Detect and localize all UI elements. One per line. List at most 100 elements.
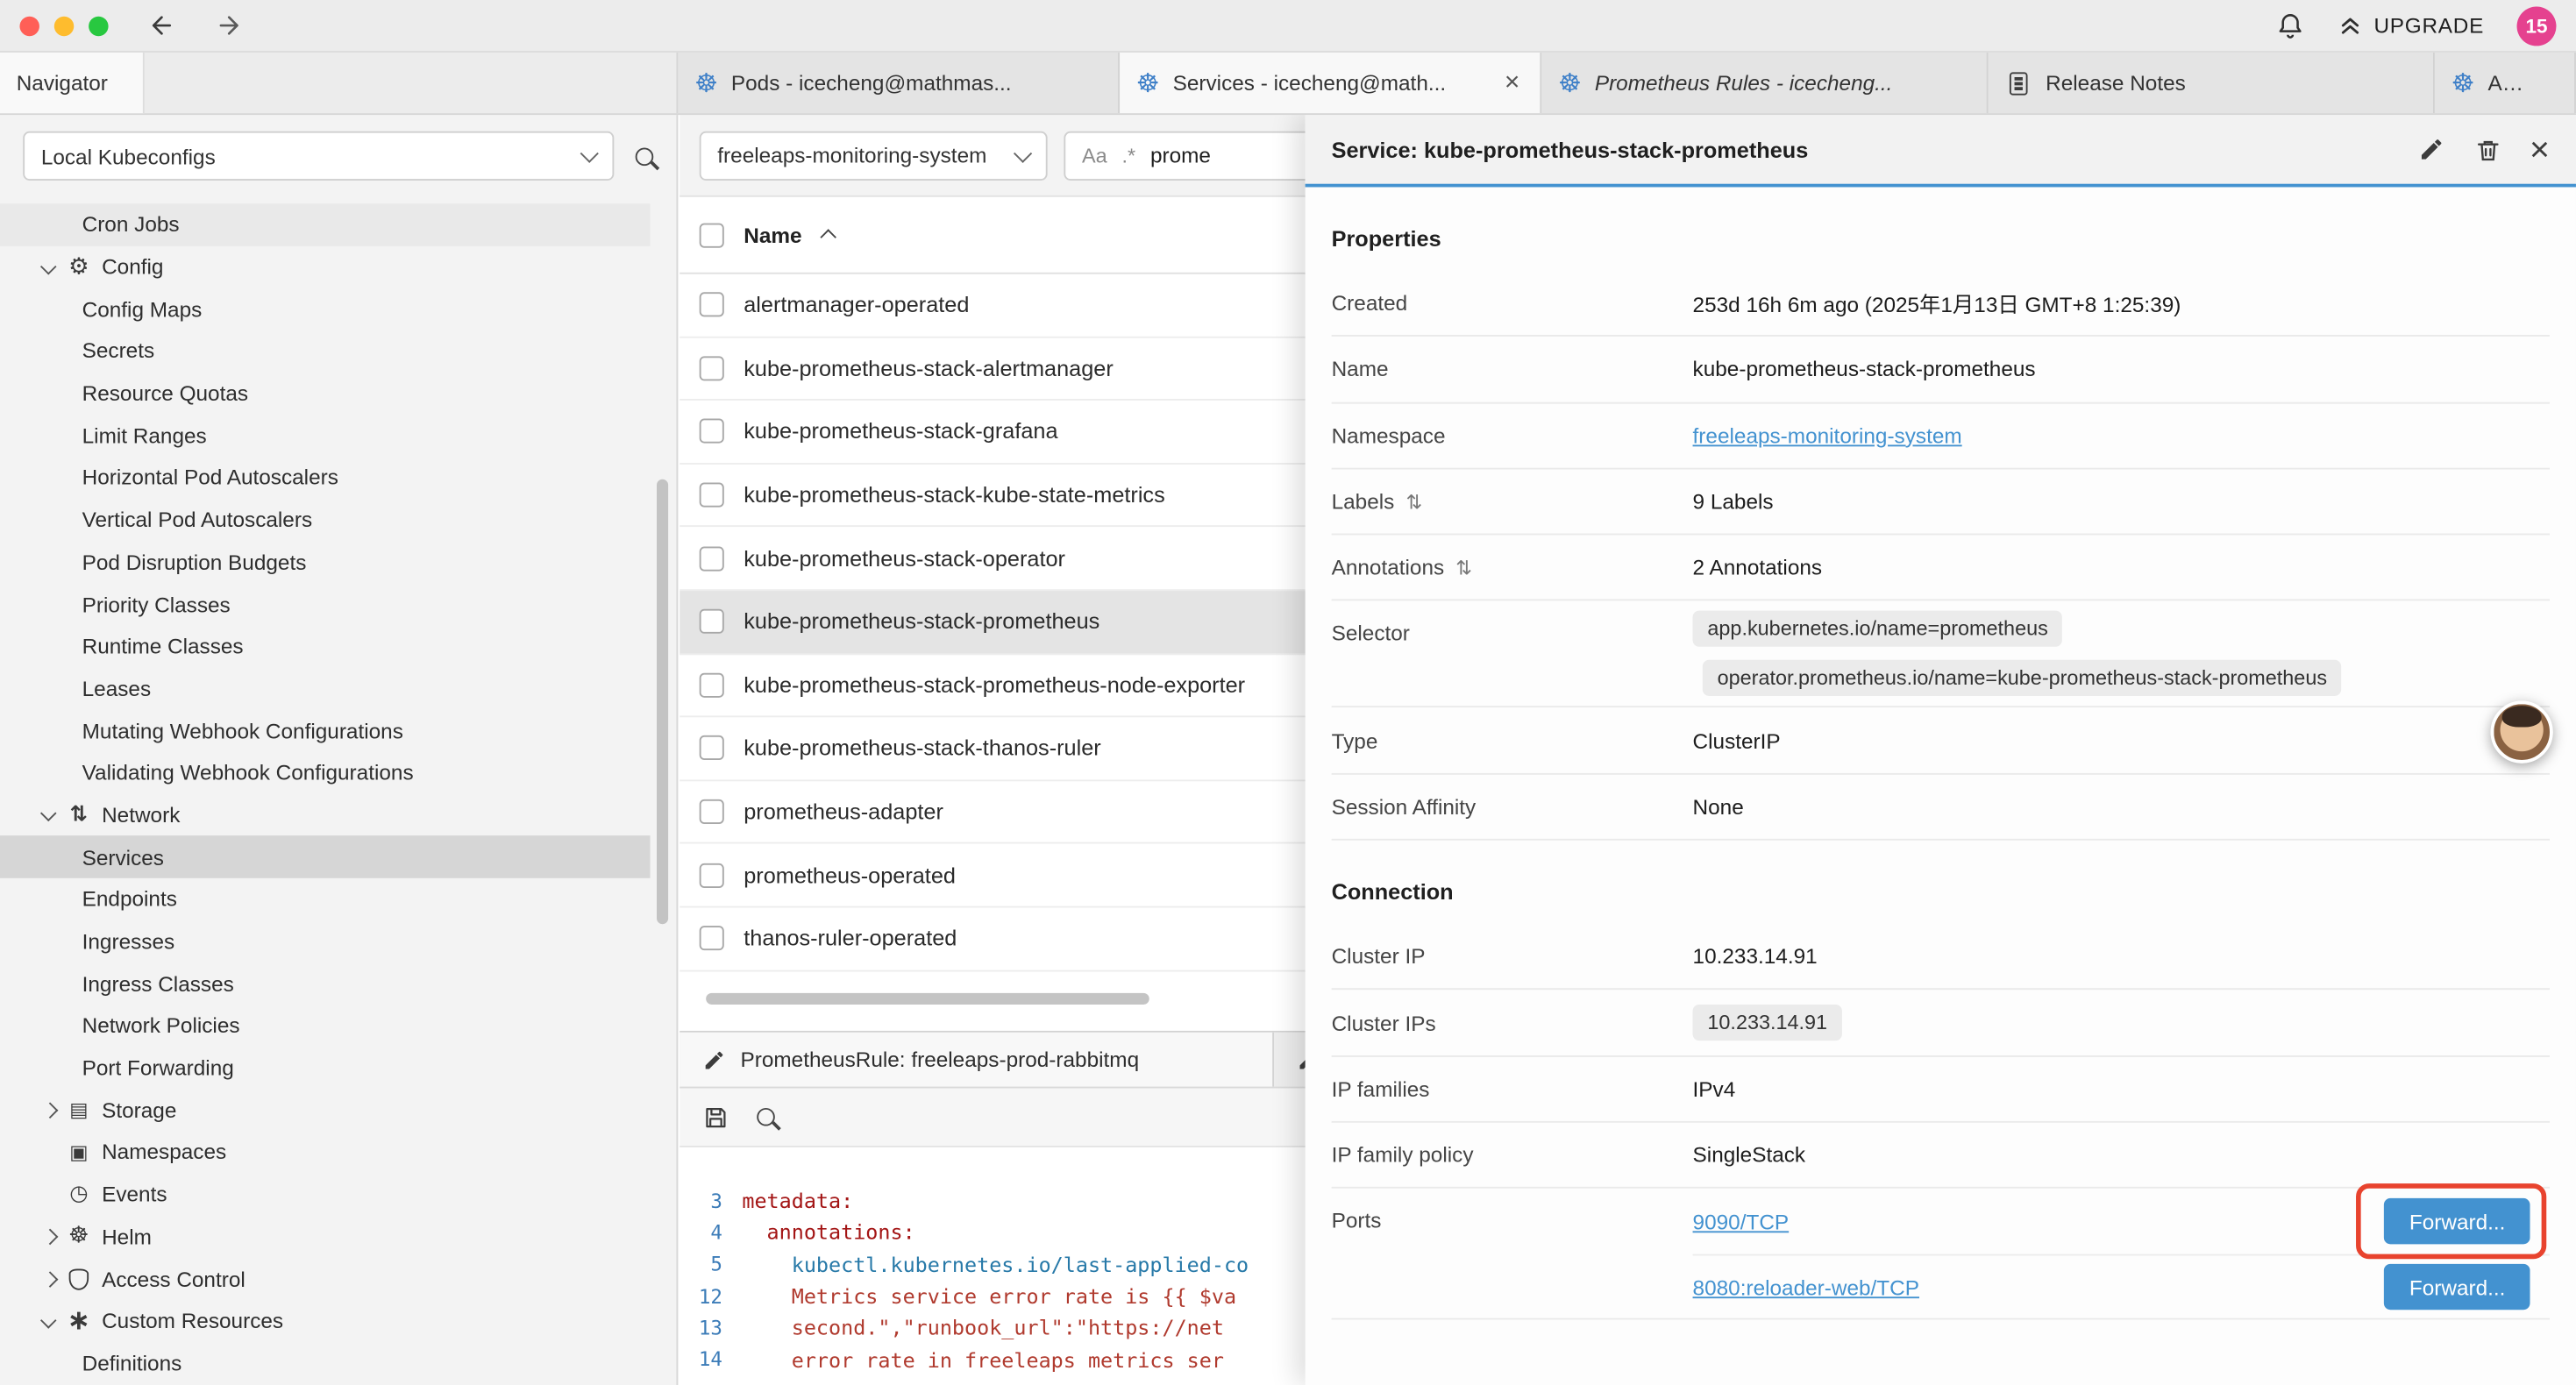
close-tab-icon[interactable]: × <box>1500 70 1523 96</box>
port-entry: 9090/TCP Forward... <box>1693 1189 2550 1254</box>
sidebar-item[interactable]: Custom Resources <box>0 1300 651 1342</box>
sidebar-search-icon[interactable] <box>636 147 654 166</box>
cluster-ips-label: Cluster IPs <box>1332 1011 1693 1035</box>
maximize-window-button[interactable] <box>89 16 108 35</box>
namespace-select[interactable]: freeleaps-monitoring-system <box>700 131 1048 180</box>
sidebar-item[interactable]: Validating Webhook Configurations <box>0 751 651 793</box>
sidebar-item[interactable]: Port Forwarding <box>0 1047 651 1089</box>
tree-chevron-icon[interactable] <box>36 1139 62 1165</box>
cluster-tab[interactable]: Argo Se <box>2435 53 2576 113</box>
port-link[interactable]: 8080:reloader-web/TCP <box>1693 1275 1919 1299</box>
row-checkbox[interactable] <box>700 483 724 508</box>
sidebar-item-label: Ingresses <box>82 929 175 954</box>
name-column-header[interactable]: Name <box>744 223 801 247</box>
sidebar-item[interactable]: Storage <box>0 1089 651 1131</box>
sidebar-item[interactable]: Secrets <box>0 330 651 372</box>
row-checkbox[interactable] <box>700 609 724 634</box>
service-name: prometheus-operated <box>744 863 956 887</box>
sidebar-item[interactable]: Vertical Pod Autoscalers <box>0 499 651 541</box>
sidebar-item[interactable]: Config <box>0 245 651 288</box>
sidebar-item[interactable]: Endpoints <box>0 878 651 920</box>
sidebar-item[interactable]: Definitions <box>0 1342 651 1384</box>
namespace-link[interactable]: freeleaps-monitoring-system <box>1693 423 1962 448</box>
sidebar-item[interactable]: Leases <box>0 667 651 709</box>
expand-toggle-icon[interactable]: ⇅ <box>1455 556 1472 579</box>
sidebar-item[interactable]: Pod Disruption Budgets <box>0 541 651 583</box>
port-forward-button[interactable]: Forward... <box>2385 1198 2530 1244</box>
delete-trash-icon[interactable] <box>2472 131 2504 167</box>
row-checkbox[interactable] <box>700 672 724 697</box>
sidebar-item[interactable]: Services <box>0 836 651 878</box>
sidebar-scrollbar[interactable] <box>657 479 668 924</box>
save-icon[interactable] <box>702 1104 729 1130</box>
row-checkbox[interactable] <box>700 736 724 761</box>
annotation-highlight-wrap: Forward... <box>2385 1264 2530 1310</box>
drawer-body: Properties Created 253d 16h 6m ago (2025… <box>1306 187 2576 1385</box>
sidebar-item[interactable]: Network Policies <box>0 1005 651 1047</box>
table-horizontal-scrollbar[interactable] <box>706 993 1149 1005</box>
cluster-tab[interactable]: Pods - icecheng@mathmas... <box>678 53 1120 113</box>
minimize-window-button[interactable] <box>54 16 74 35</box>
row-checkbox[interactable] <box>700 863 724 887</box>
sidebar-item[interactable]: Network <box>0 794 651 836</box>
row-checkbox[interactable] <box>700 927 724 951</box>
cluster-tab[interactable]: Release Notes <box>1989 53 2435 113</box>
ip-family-policy-label: IP family policy <box>1332 1142 1693 1167</box>
labels-row: Labels ⇅ 9 Labels <box>1332 469 2550 535</box>
row-checkbox[interactable] <box>700 293 724 317</box>
sidebar-item-label: Access Control <box>102 1267 246 1291</box>
sidebar-item[interactable]: Access Control <box>0 1258 651 1300</box>
close-window-button[interactable] <box>19 16 39 35</box>
sidebar-item[interactable]: Cron Jobs <box>0 203 651 245</box>
row-checkbox[interactable] <box>700 546 724 571</box>
user-avatar[interactable] <box>2491 701 2553 764</box>
match-case-toggle[interactable]: Aa <box>1082 144 1107 167</box>
sidebar-item[interactable]: Resource Quotas <box>0 373 651 415</box>
sidebar-item[interactable]: Namespaces <box>0 1131 651 1173</box>
tree-chevron-icon[interactable] <box>36 802 62 828</box>
service-name: kube-prometheus-stack-alertmanager <box>744 356 1114 380</box>
sidebar-item[interactable]: Ingress Classes <box>0 962 651 1005</box>
notification-count-badge[interactable]: 15 <box>2517 6 2557 46</box>
sidebar-item[interactable]: Limit Ranges <box>0 415 651 457</box>
sidebar-item[interactable]: Events <box>0 1173 651 1215</box>
close-drawer-icon[interactable]: × <box>2530 132 2550 167</box>
code-text: error rate in freeleaps metrics ser <box>742 1347 1224 1372</box>
navigator-tab[interactable]: Navigator <box>0 53 145 113</box>
tree-chevron-icon[interactable] <box>36 1097 62 1123</box>
upgrade-button[interactable]: UPGRADE <box>2338 13 2484 38</box>
annotation-highlight-wrap: Forward... <box>2385 1198 2530 1244</box>
kubeconfig-select[interactable]: Local Kubeconfigs <box>23 131 614 181</box>
tree-chevron-icon[interactable] <box>36 1308 62 1334</box>
cluster-tab[interactable]: Services - icecheng@math... × <box>1120 53 1541 113</box>
sidebar-item[interactable]: Ingresses <box>0 920 651 962</box>
row-checkbox[interactable] <box>700 799 724 824</box>
port-link[interactable]: 9090/TCP <box>1693 1209 1790 1233</box>
regex-toggle[interactable]: .* <box>1121 144 1135 167</box>
sidebar-item[interactable]: Horizontal Pod Autoscalers <box>0 457 651 499</box>
select-all-checkbox[interactable] <box>700 223 724 247</box>
sidebar-item[interactable]: Mutating Webhook Configurations <box>0 709 651 751</box>
row-checkbox[interactable] <box>700 419 724 444</box>
row-checkbox[interactable] <box>700 356 724 380</box>
tree-chevron-icon[interactable] <box>36 1182 62 1208</box>
namespace-label: Namespace <box>1332 423 1693 448</box>
sidebar-item[interactable]: Runtime Classes <box>0 625 651 667</box>
back-button[interactable] <box>148 11 176 39</box>
expand-toggle-icon[interactable]: ⇅ <box>1405 490 1422 513</box>
tree-chevron-icon[interactable] <box>36 1224 62 1250</box>
edit-pencil-icon[interactable] <box>2415 131 2447 167</box>
sort-ascending-icon[interactable] <box>822 226 838 243</box>
sidebar-item-label: Config <box>102 254 163 279</box>
tree-chevron-icon[interactable] <box>36 1266 62 1292</box>
tree-chevron-icon[interactable] <box>36 253 62 280</box>
sidebar-item[interactable]: Priority Classes <box>0 583 651 625</box>
editor-search-icon[interactable] <box>757 1108 775 1126</box>
port-forward-button[interactable]: Forward... <box>2385 1264 2530 1310</box>
sidebar-item[interactable]: Config Maps <box>0 288 651 330</box>
dock-tab-prometheusrule[interactable]: PrometheusRule: freeleaps-prod-rabbitmq <box>680 1033 1274 1087</box>
notifications-bell-icon[interactable] <box>2275 11 2305 40</box>
sidebar-item[interactable]: Helm <box>0 1216 651 1258</box>
cluster-tab[interactable]: Prometheus Rules - icecheng... <box>1541 53 1988 113</box>
forward-button[interactable] <box>215 11 243 39</box>
